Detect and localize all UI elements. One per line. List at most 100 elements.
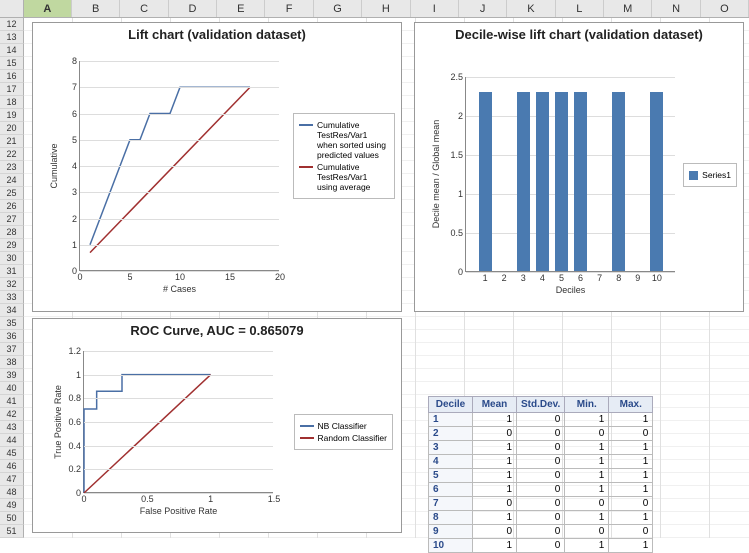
column-header-O[interactable]: O	[701, 0, 749, 17]
row-header-33[interactable]: 33	[0, 291, 24, 304]
row-header-17[interactable]: 17	[0, 83, 24, 96]
lift-chart[interactable]: Lift chart (validation dataset) Cumulati…	[32, 22, 402, 312]
y-tick: 0.8	[68, 393, 84, 403]
column-header-J[interactable]: J	[459, 0, 507, 17]
y-tick: 1	[72, 240, 80, 250]
table-cell: 0	[473, 427, 517, 441]
y-tick: 0	[458, 267, 466, 277]
table-row[interactable]: 31011	[429, 441, 653, 455]
y-axis-label: Decile mean / Global mean	[431, 120, 441, 229]
column-header-D[interactable]: D	[169, 0, 217, 17]
row-header-34[interactable]: 34	[0, 304, 24, 317]
row-header-25[interactable]: 25	[0, 187, 24, 200]
row-header-43[interactable]: 43	[0, 421, 24, 434]
chart-legend: Series1	[683, 163, 737, 187]
x-tick: 0.5	[141, 492, 154, 504]
row-header-37[interactable]: 37	[0, 343, 24, 356]
column-header-K[interactable]: K	[507, 0, 555, 17]
row-header-16[interactable]: 16	[0, 70, 24, 83]
table-cell: 1	[609, 413, 653, 427]
row-header-38[interactable]: 38	[0, 356, 24, 369]
row-header-31[interactable]: 31	[0, 265, 24, 278]
row-header-21[interactable]: 21	[0, 135, 24, 148]
column-header-M[interactable]: M	[604, 0, 652, 17]
row-header-12[interactable]: 12	[0, 18, 24, 31]
column-header-L[interactable]: L	[556, 0, 604, 17]
row-header-22[interactable]: 22	[0, 148, 24, 161]
column-header-C[interactable]: C	[120, 0, 168, 17]
table-cell: 1	[473, 455, 517, 469]
table-cell: 1	[473, 413, 517, 427]
y-axis-label: True Positive Rate	[53, 385, 63, 459]
chart-legend: NB ClassifierRandom Classifier	[294, 414, 393, 450]
column-header-I[interactable]: I	[411, 0, 459, 17]
column-header-B[interactable]: B	[72, 0, 120, 17]
worksheet-area[interactable]: Lift chart (validation dataset) Cumulati…	[24, 18, 749, 538]
table-row[interactable]: 101011	[429, 539, 653, 553]
row-header-40[interactable]: 40	[0, 382, 24, 395]
row-header-18[interactable]: 18	[0, 96, 24, 109]
chart-title: Decile-wise lift chart (validation datas…	[415, 23, 743, 44]
chart-legend: Cumulative TestRes/Var1 when sorted usin…	[293, 113, 395, 199]
row-header-24[interactable]: 24	[0, 174, 24, 187]
table-cell: 1	[609, 483, 653, 497]
roc-chart[interactable]: ROC Curve, AUC = 0.865079 True Positive …	[32, 318, 402, 533]
row-header-47[interactable]: 47	[0, 473, 24, 486]
row-header-49[interactable]: 49	[0, 499, 24, 512]
column-header-A[interactable]: A	[24, 0, 72, 17]
row-header-44[interactable]: 44	[0, 434, 24, 447]
row-header-41[interactable]: 41	[0, 395, 24, 408]
column-header-N[interactable]: N	[652, 0, 700, 17]
row-header-32[interactable]: 32	[0, 278, 24, 291]
row-header-13[interactable]: 13	[0, 31, 24, 44]
x-tick: 7	[597, 271, 602, 283]
row-header-35[interactable]: 35	[0, 317, 24, 330]
legend-label: Random Classifier	[318, 433, 387, 443]
row-header-23[interactable]: 23	[0, 161, 24, 174]
row-header-45[interactable]: 45	[0, 447, 24, 460]
table-row[interactable]: 81011	[429, 511, 653, 525]
row-header-19[interactable]: 19	[0, 109, 24, 122]
table-cell: 7	[429, 497, 473, 511]
table-cell: 1	[609, 539, 653, 553]
y-tick: 1	[458, 189, 466, 199]
row-header-27[interactable]: 27	[0, 213, 24, 226]
row-header-39[interactable]: 39	[0, 369, 24, 382]
x-tick: 3	[521, 271, 526, 283]
row-header-51[interactable]: 51	[0, 525, 24, 538]
column-header-G[interactable]: G	[314, 0, 362, 17]
row-header-46[interactable]: 46	[0, 460, 24, 473]
row-header-48[interactable]: 48	[0, 486, 24, 499]
table-row[interactable]: 70000	[429, 497, 653, 511]
table-cell: 1	[473, 483, 517, 497]
row-header-20[interactable]: 20	[0, 122, 24, 135]
row-header-42[interactable]: 42	[0, 408, 24, 421]
chart-title: Lift chart (validation dataset)	[33, 23, 401, 44]
column-header-F[interactable]: F	[265, 0, 313, 17]
decile-chart[interactable]: Decile-wise lift chart (validation datas…	[414, 22, 744, 312]
row-header-26[interactable]: 26	[0, 200, 24, 213]
table-row[interactable]: 11011	[429, 413, 653, 427]
table-row[interactable]: 51011	[429, 469, 653, 483]
y-tick: 1.2	[68, 346, 84, 356]
row-header-15[interactable]: 15	[0, 57, 24, 70]
column-header-E[interactable]: E	[217, 0, 265, 17]
table-cell: 10	[429, 539, 473, 553]
table-row[interactable]: 90000	[429, 525, 653, 539]
row-header-28[interactable]: 28	[0, 226, 24, 239]
table-row[interactable]: 61011	[429, 483, 653, 497]
x-axis-label: Deciles	[556, 285, 586, 295]
row-header-50[interactable]: 50	[0, 512, 24, 525]
row-header-36[interactable]: 36	[0, 330, 24, 343]
table-cell: 0	[517, 497, 565, 511]
row-header-30[interactable]: 30	[0, 252, 24, 265]
table-row[interactable]: 41011	[429, 455, 653, 469]
row-header-29[interactable]: 29	[0, 239, 24, 252]
x-axis-label: # Cases	[163, 284, 196, 294]
row-header-14[interactable]: 14	[0, 44, 24, 57]
column-header-H[interactable]: H	[362, 0, 410, 17]
table-cell: 0	[517, 469, 565, 483]
x-tick: 20	[275, 270, 285, 282]
table-row[interactable]: 20000	[429, 427, 653, 441]
decile-table[interactable]: DecileMeanStd.Dev.Min.Max.11011200003101…	[428, 396, 653, 553]
